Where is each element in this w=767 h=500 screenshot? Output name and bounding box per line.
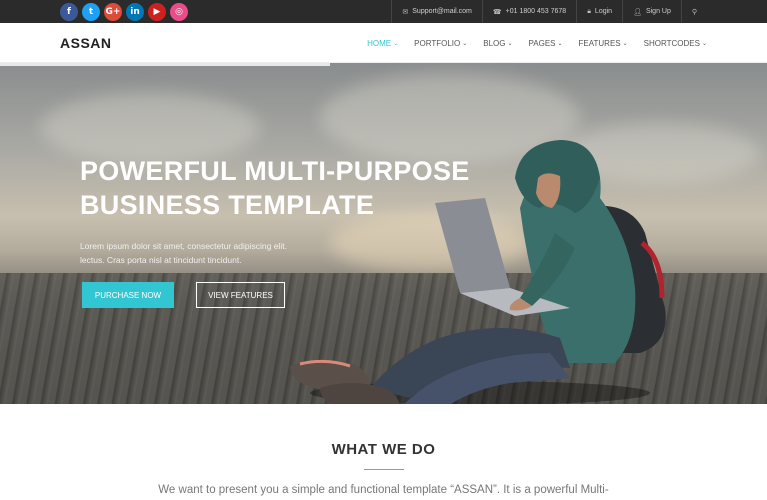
hero-title-line-2: BUSINESS TEMPLATE bbox=[80, 190, 375, 220]
nav-item-blog[interactable]: BLOG ⌄ bbox=[483, 39, 512, 48]
top-contact-links: ✉ Support@mail.com ☎ +01 1800 453 7678 🔒… bbox=[391, 0, 707, 23]
email-link[interactable]: ✉ Support@mail.com bbox=[391, 0, 482, 23]
lock-icon: 🔒︎ bbox=[587, 7, 591, 15]
nav-item-pages[interactable]: PAGES ⌄ bbox=[529, 39, 563, 48]
social-links: f t G+ in ▶ ◎ bbox=[60, 3, 188, 21]
email-label: Support@mail.com bbox=[412, 8, 472, 15]
login-label: Login bbox=[594, 8, 613, 15]
section-intro-text: We want to present you a simple and func… bbox=[158, 484, 609, 496]
hero-banner: POWERFUL MULTI-PURPOSE BUSINESS TEMPLATE… bbox=[0, 63, 767, 404]
dribbble-icon[interactable]: ◎ bbox=[170, 3, 188, 21]
hero-description: Lorem ipsum dolor sit amet, consectetur … bbox=[80, 239, 320, 267]
login-link[interactable]: 🔒︎ Login bbox=[576, 0, 622, 23]
section-title: WHAT WE DO bbox=[331, 441, 436, 458]
user-icon: 👤︎ bbox=[633, 7, 642, 16]
main-navbar: ASSAN HOME ⌄ PORTFOLIO ⌄ BLOG ⌄ PAGES ⌄ FEAT… bbox=[0, 23, 767, 63]
hero-description-line-1: Lorem ipsum dolor sit amet, consectetur … bbox=[80, 241, 287, 251]
twitter-icon[interactable]: t bbox=[82, 3, 100, 21]
search-icon: ⚲ bbox=[691, 7, 697, 16]
chevron-down-icon: ⌄ bbox=[557, 39, 563, 47]
nav-item-features[interactable]: FEATURES ⌄ bbox=[579, 39, 628, 48]
signup-link[interactable]: 👤︎ Sign Up bbox=[622, 0, 681, 23]
nav-item-shortcodes[interactable]: SHORTCODES ⌄ bbox=[644, 39, 707, 48]
slider-progress-bar bbox=[0, 63, 330, 66]
phone-label: +01 1800 453 7678 bbox=[505, 8, 567, 15]
hero-cloud bbox=[40, 93, 260, 163]
hero-title: POWERFUL MULTI-PURPOSE BUSINESS TEMPLATE bbox=[80, 154, 480, 222]
nav-item-portfolio[interactable]: PORTFOLIO ⌄ bbox=[414, 39, 467, 48]
section-divider bbox=[364, 469, 404, 470]
chevron-down-icon: ⌄ bbox=[701, 39, 707, 47]
site-logo[interactable]: ASSAN bbox=[60, 35, 112, 51]
chevron-down-icon: ⌄ bbox=[507, 39, 513, 47]
nav-item-label: PORTFOLIO bbox=[414, 38, 461, 48]
nav-item-home[interactable]: HOME ⌄ bbox=[367, 39, 398, 48]
nav-item-label: SHORTCODES bbox=[643, 38, 700, 48]
chevron-down-icon: ⌄ bbox=[462, 39, 468, 47]
linkedin-icon[interactable]: in bbox=[126, 3, 144, 21]
phone-icon: ☎ bbox=[492, 7, 502, 16]
search-button[interactable]: ⚲ bbox=[680, 0, 707, 23]
hero-description-line-2: lectus. Cras porta nisl at tincidunt tin… bbox=[80, 255, 242, 265]
phone-link[interactable]: ☎ +01 1800 453 7678 bbox=[481, 0, 576, 23]
nav-item-label: PAGES bbox=[528, 38, 556, 48]
view-features-button[interactable]: VIEW FEATURES bbox=[196, 282, 285, 308]
signup-label: Sign Up bbox=[645, 8, 671, 15]
google-plus-icon[interactable]: G+ bbox=[104, 3, 122, 21]
top-bar: f t G+ in ▶ ◎ ✉ Support@mail.com ☎ +01 1… bbox=[0, 0, 767, 23]
hero-title-line-1: POWERFUL MULTI-PURPOSE bbox=[80, 156, 470, 186]
purchase-now-button[interactable]: PURCHASE NOW bbox=[82, 282, 174, 308]
envelope-icon: ✉ bbox=[402, 7, 409, 16]
chevron-down-icon: ⌄ bbox=[622, 39, 628, 47]
facebook-icon[interactable]: f bbox=[60, 3, 78, 21]
nav-item-label: BLOG bbox=[483, 38, 506, 48]
chevron-down-icon: ⌄ bbox=[393, 39, 399, 47]
nav-item-label: FEATURES bbox=[578, 38, 621, 48]
main-menu: HOME ⌄ PORTFOLIO ⌄ BLOG ⌄ PAGES ⌄ FEATURES ⌄ … bbox=[367, 23, 707, 63]
youtube-icon[interactable]: ▶ bbox=[148, 3, 166, 21]
nav-item-label: HOME bbox=[367, 38, 392, 48]
